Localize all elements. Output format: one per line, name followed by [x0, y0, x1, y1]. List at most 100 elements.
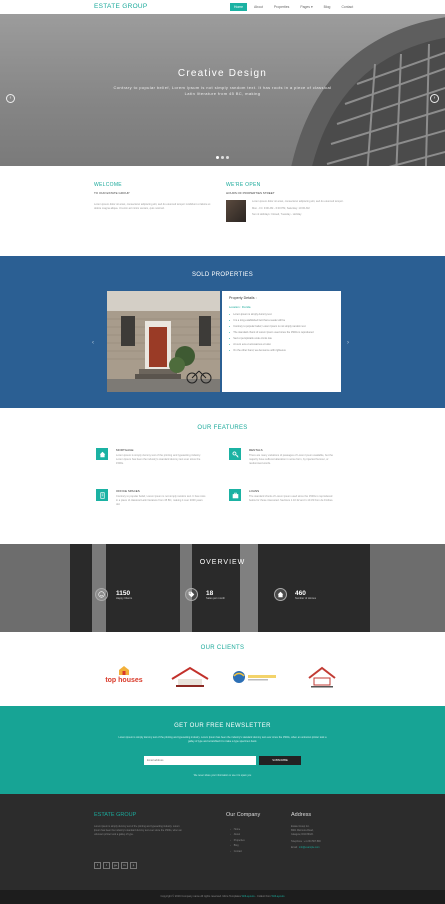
copyright-link[interactable]: W3Layouts — [272, 895, 285, 898]
sold-next-arrow-icon[interactable]: › — [347, 340, 349, 346]
welcome-subtitle: TO OUR ESTATE GROUP — [94, 191, 130, 195]
footer-address-title: Address — [291, 812, 312, 818]
feature-name: OFFICE SPACES — [116, 489, 140, 493]
subscribe-button[interactable]: SUBSCRIBE — [259, 756, 301, 765]
footer: ESTATE GROUP Lorem ipsum is simply dummy… — [0, 794, 445, 890]
facebook-icon[interactable]: f — [94, 862, 101, 869]
google-plus-icon[interactable]: g+ — [112, 862, 119, 869]
newsletter-text: Lorem ipsum is simply dummy text of the … — [118, 736, 327, 743]
newsletter-email-input[interactable] — [144, 756, 256, 765]
client-logo-top-houses[interactable]: top houses — [100, 665, 148, 689]
clients-title: OUR CLIENTS — [200, 645, 245, 651]
hero-text: Contrary to popular belief, Lorem Ipsum … — [113, 85, 332, 96]
open-text: Lorem ipsum dolor sit amet, consectetur … — [252, 200, 344, 203]
social-links: f t g+ in p — [94, 862, 137, 869]
home-icon — [274, 588, 287, 601]
slider-dots — [216, 156, 229, 159]
tags-icon — [185, 588, 198, 601]
pinterest-icon[interactable]: p — [130, 862, 137, 869]
overview-section: OVERVIEW 1150 Happy Clients 18 Sales per… — [0, 544, 445, 632]
nav-item-contact[interactable]: Contact — [337, 3, 357, 11]
copyright-text: Copyright © 2016 Company name All rights… — [160, 895, 241, 898]
newsletter-title: GET OUR FREE NEWSLETTER — [174, 723, 271, 729]
linkedin-icon[interactable]: in — [121, 862, 128, 869]
feature-text: The standard chunk of Lorem Ipsum used s… — [249, 495, 334, 502]
stat-label: Happy Clients — [116, 596, 133, 600]
top-navbar: ESTATE GROUP Home About Properties Pages… — [0, 0, 445, 14]
feature-loans: LOANS The standard chunk of Lorem Ipsum … — [229, 489, 339, 503]
nav-menu: Home About Properties Pages ▾ Blog Conta… — [230, 3, 357, 11]
newsletter-note: We never share your information or use i… — [193, 774, 252, 777]
welcome-title: WELCOME — [94, 182, 122, 188]
footer-company-title: Our Company — [226, 812, 261, 818]
welcome-block: WELCOME TO OUR ESTATE GROUP Lorem ipsum … — [94, 182, 214, 211]
stat-label: Sales per month — [206, 596, 225, 600]
open-hours-line1: Mon - Fri: 9:00 AM - 6:00 PM, Saturday: … — [252, 207, 310, 210]
feature-rentals: RENTALS There are many variations of pas… — [229, 448, 339, 466]
feature-name: MORTGAGE — [116, 448, 134, 452]
newsletter-section: GET OUR FREE NEWSLETTER Lorem ipsum is s… — [0, 706, 445, 794]
top-houses-logo-text: top houses — [105, 677, 143, 684]
nav-item-blog[interactable]: Blog — [320, 3, 335, 11]
stat-happy-clients: 1150 Happy Clients — [95, 588, 132, 601]
hero-title: Creative Design — [177, 68, 268, 79]
smile-icon — [95, 588, 108, 601]
property-details-card: Property Details : Location : Florida Lo… — [222, 291, 341, 392]
footer-address: Estate Group Inc. 8901 Marmora Road, Gla… — [291, 825, 355, 850]
address-line: Glasgow, D04 89GR. — [291, 833, 314, 836]
home-icon — [96, 448, 108, 460]
stat-label: Number of Homes — [295, 596, 317, 600]
overview-title: OVERVIEW — [199, 559, 246, 566]
nav-item-pages[interactable]: Pages ▾ — [296, 3, 316, 11]
property-details-list: Lorem ipsum is simply dummy text It is a… — [229, 312, 334, 354]
sold-title: SOLD PROPERTIES — [191, 272, 254, 278]
key-icon — [229, 448, 241, 460]
slider-dot-1[interactable] — [216, 156, 219, 159]
client-logo-house[interactable] — [305, 665, 339, 689]
welcome-text: Lorem ipsum dolor sit amet, consectetur … — [94, 203, 211, 210]
hero-prev-arrow-icon[interactable]: ‹ — [6, 94, 15, 103]
stat-number: 18 — [206, 589, 214, 597]
sold-properties-section: SOLD PROPERTIES ‹ › Property Details : L… — [0, 256, 445, 408]
copyright-bar: Copyright © 2016 Company name All rights… — [0, 890, 445, 904]
briefcase-icon — [229, 489, 241, 501]
hero-slider: Creative Design Contrary to popular beli… — [0, 14, 445, 166]
client-logo-globe[interactable] — [230, 665, 280, 689]
property-location: Location : Florida — [229, 305, 251, 309]
slider-dot-2[interactable] — [221, 156, 224, 159]
property-details-title: Property Details : — [229, 296, 257, 300]
overview-stripe — [240, 544, 258, 632]
stat-number: 1150 — [116, 589, 131, 597]
feature-text: Lorem ipsum is simply dummy text of the … — [116, 454, 201, 465]
features-title: OUR FEATURES — [197, 425, 248, 431]
address-phone: Telephone : +1 234 567 890 — [291, 840, 321, 843]
office-building-icon — [96, 489, 108, 501]
address-email-label: Email : — [291, 846, 299, 849]
hero-next-arrow-icon[interactable]: › — [430, 94, 439, 103]
brand-logo[interactable]: ESTATE GROUP — [94, 3, 148, 10]
footer-links: Home About Properties Blog Contact — [230, 827, 245, 854]
nav-item-about[interactable]: About — [250, 3, 267, 11]
nav-item-properties[interactable]: Properties — [270, 3, 293, 11]
stat-homes: 460 Number of Homes — [274, 588, 316, 601]
copyright-text-mid: - Collect from — [255, 895, 271, 898]
client-logo-roof[interactable] — [170, 665, 210, 689]
twitter-icon[interactable]: t — [103, 862, 110, 869]
list-item: On the other hand, we denounce with righ… — [229, 348, 334, 354]
nav-item-home[interactable]: Home — [230, 3, 248, 11]
feature-office-spaces: OFFICE SPACES Contrary to popular belief… — [96, 489, 206, 507]
footer-link[interactable]: Contact — [230, 849, 245, 854]
address-email-link[interactable]: info@example.com — [299, 846, 320, 849]
footer-brand: ESTATE GROUP — [94, 812, 137, 818]
stat-sales: 18 Sales per month — [185, 588, 225, 601]
feature-text: Contrary to popular belief, Lorem Ipsum … — [116, 495, 206, 506]
slider-dot-3[interactable] — [226, 156, 229, 159]
top-houses-logo-icon — [119, 666, 129, 675]
feature-name: RENTALS — [249, 448, 263, 452]
open-title: WE'RE OPEN — [226, 182, 261, 188]
sold-prev-arrow-icon[interactable]: ‹ — [92, 340, 94, 346]
open-hours-block: WE'RE OPEN HOURS OF PROPERTIES STREET Lo… — [226, 182, 356, 222]
copyright-link[interactable]: W3Layouts — [242, 895, 255, 898]
feature-mortgage: MORTGAGE Lorem ipsum is simply dummy tex… — [96, 448, 206, 466]
footer-text: Lorem ipsum is simply dummy text of the … — [94, 825, 182, 836]
